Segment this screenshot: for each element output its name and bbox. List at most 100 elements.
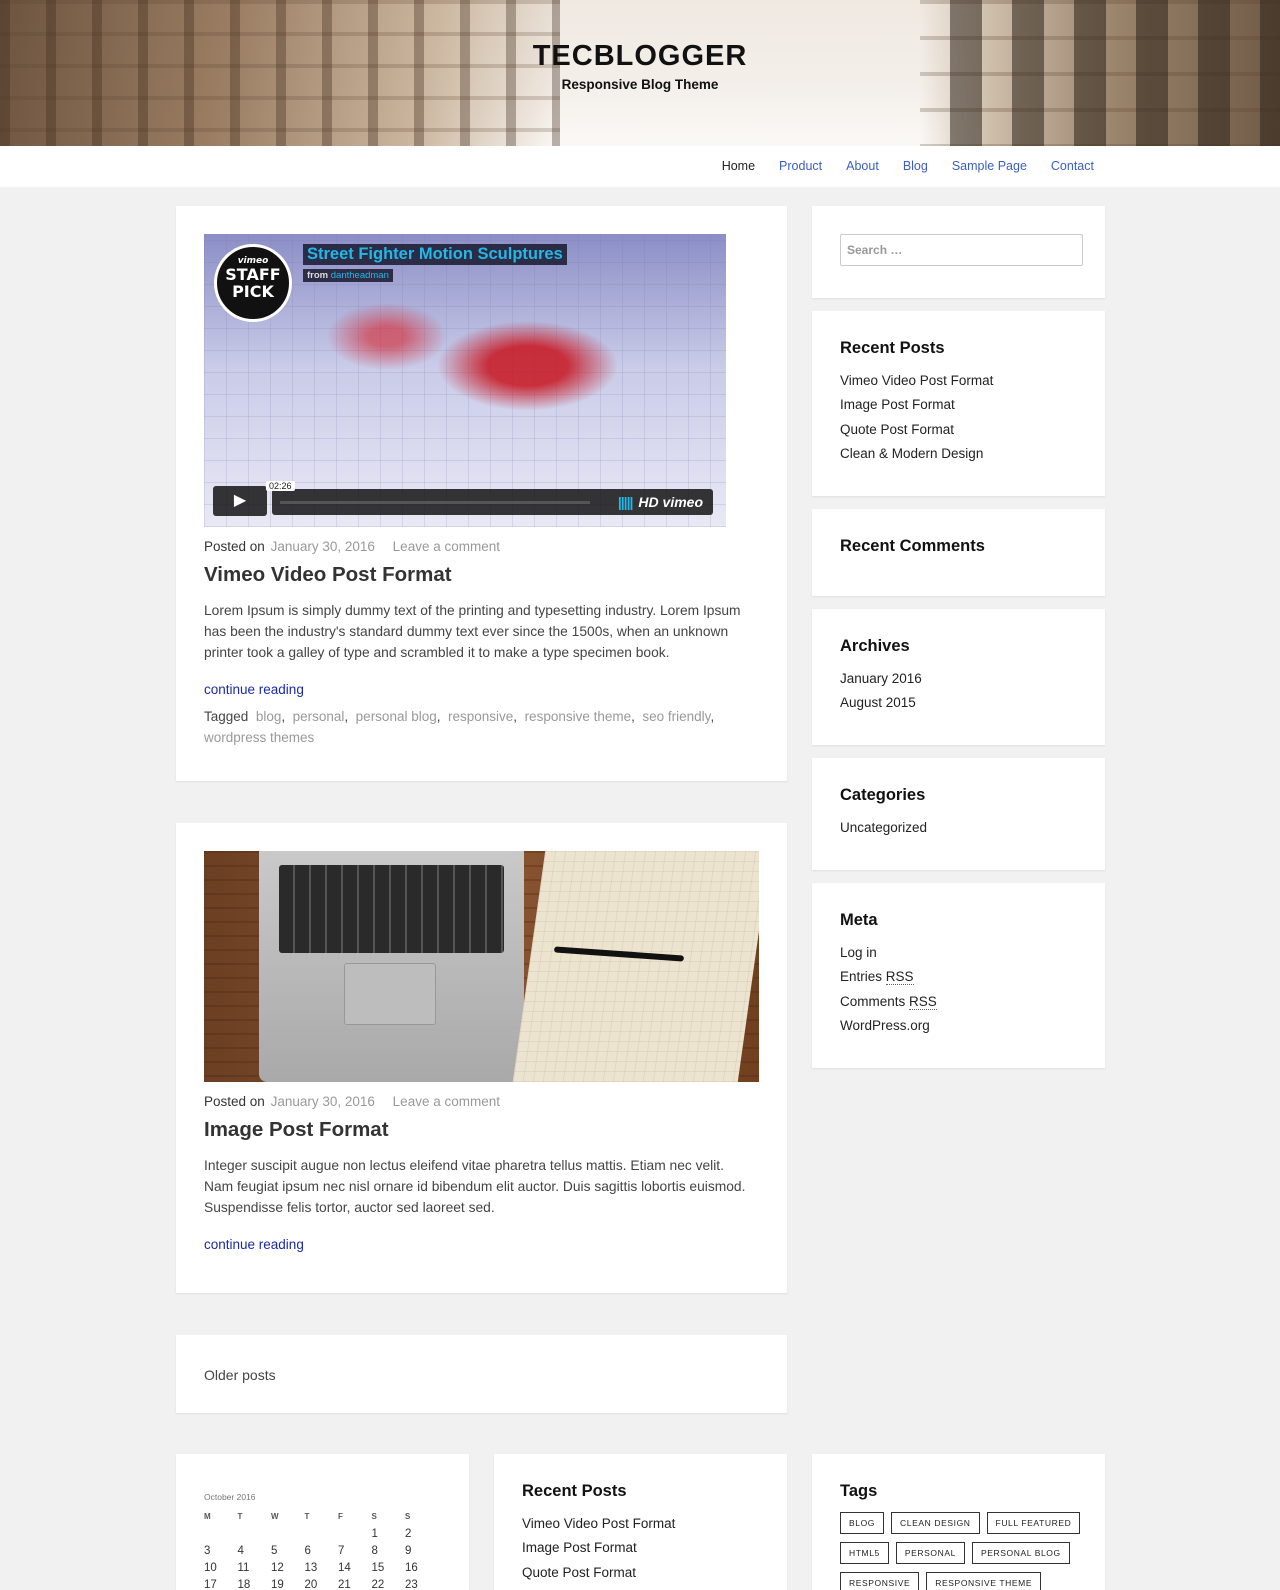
recent-post-link[interactable]: Vimeo Video Post Format	[522, 1516, 675, 1540]
comments-rss-link[interactable]: Comments RSS	[840, 993, 937, 1018]
calendar-day: 5	[271, 1544, 278, 1557]
volume-bars-icon[interactable]: |||||	[618, 494, 634, 510]
post-title[interactable]: Image Post Format	[204, 1118, 389, 1142]
play-icon[interactable]: ▶	[213, 486, 267, 516]
video-hd-vimeo-logo[interactable]: ||||| HD vimeo	[618, 494, 703, 510]
video-author-link[interactable]: dantheadman	[331, 270, 389, 281]
main-navigation: Home Product About Blog Sample Page Cont…	[0, 146, 1280, 187]
hd-label[interactable]: HD	[638, 494, 658, 510]
recent-post-link[interactable]: Quote Post Format	[522, 1565, 675, 1589]
tag-link[interactable]: responsive theme	[525, 709, 632, 724]
category-link[interactable]: Uncategorized	[840, 820, 927, 844]
calendar-day: 18	[237, 1578, 251, 1590]
categories-list: Uncategorized	[840, 820, 927, 844]
widget-title: Recent Comments	[840, 537, 985, 555]
calendar-day: 22	[371, 1578, 385, 1590]
tag-button[interactable]: PERSONAL	[895, 1542, 965, 1564]
tag-button[interactable]: BLOG	[840, 1512, 885, 1534]
post-title[interactable]: Vimeo Video Post Format	[204, 563, 452, 587]
tag-link[interactable]: seo friendly	[642, 709, 710, 724]
tag-button[interactable]: RESPONSIVE THEME	[926, 1572, 1042, 1590]
site-description: Responsive Blog Theme	[561, 77, 719, 92]
comments-label[interactable]: Comments	[840, 994, 905, 1009]
post-featured-image[interactable]	[204, 851, 759, 1082]
continue-reading-link[interactable]: continue reading	[204, 1237, 304, 1252]
categories-widget: Categories Uncategorized	[812, 758, 1105, 870]
tag-button[interactable]: RESPONSIVE	[840, 1572, 920, 1590]
entries-rss-link[interactable]: Entries RSS	[840, 969, 937, 993]
weekday-header: F	[338, 1511, 343, 1521]
nav-item-home[interactable]: Home	[722, 159, 755, 173]
calendar-day: 10	[204, 1561, 217, 1574]
meta-list: Log in Entries RSS Comments RSS WordPres…	[840, 945, 937, 1042]
tag-link[interactable]: personal blog	[356, 709, 437, 724]
tag-button[interactable]: CLEAN DESIGN	[891, 1512, 980, 1534]
recent-posts-list: Vimeo Video Post Format Image Post Forma…	[840, 373, 993, 470]
post-vimeo-card: vimeo STAFF PICK Street Fighter Motion S…	[176, 206, 787, 781]
calendar-day: 15	[371, 1561, 385, 1574]
recent-post-link[interactable]: Vimeo Video Post Format	[840, 373, 993, 397]
post-date-link[interactable]: January 30, 2016	[271, 1094, 375, 1109]
footer-recent-posts-widget: Recent Posts Vimeo Video Post Format Ima…	[494, 1454, 787, 1590]
nav-item-sample-page[interactable]: Sample Page	[952, 159, 1027, 173]
calendar-widget: October 2016 M T W T F S S 1 2 3 4 5 6 7…	[176, 1454, 469, 1590]
badge-line1: STAFF	[225, 265, 281, 284]
tag-button[interactable]: FULL FEATURED	[986, 1512, 1081, 1534]
tagged-label: Tagged	[204, 709, 249, 724]
tag-link[interactable]: personal	[293, 709, 345, 724]
video-progress-track[interactable]	[280, 501, 590, 504]
tag-button[interactable]: PERSONAL BLOG	[971, 1542, 1070, 1564]
vimeo-video-player[interactable]: vimeo STAFF PICK Street Fighter Motion S…	[204, 234, 726, 527]
calendar-day: 14	[338, 1561, 351, 1574]
calendar-day: 23	[405, 1578, 418, 1590]
nav-item-about[interactable]: About	[846, 159, 879, 173]
nav-item-blog[interactable]: Blog	[903, 159, 928, 173]
calendar-day: 21	[338, 1578, 351, 1590]
calendar-day: 11	[237, 1561, 250, 1574]
post-date-link[interactable]: January 30, 2016	[271, 539, 375, 554]
rss-abbr[interactable]: RSS	[909, 993, 937, 1010]
tags-widget: Tags BLOG CLEAN DESIGN FULL FEATURED HTM…	[812, 1454, 1105, 1590]
tag-cloud: BLOG CLEAN DESIGN FULL FEATURED HTML5 PE…	[840, 1512, 1100, 1590]
widget-title: Tags	[840, 1482, 878, 1500]
entries-label[interactable]: Entries	[840, 969, 882, 984]
recent-posts-widget: Recent Posts Vimeo Video Post Format Ima…	[812, 311, 1105, 496]
widget-title: Recent Posts	[840, 339, 945, 357]
rss-abbr[interactable]: RSS	[885, 969, 914, 986]
recent-comments-widget: Recent Comments	[812, 509, 1105, 596]
leave-comment-link[interactable]: Leave a comment	[393, 539, 500, 554]
site-title[interactable]: TECBLOGGER	[0, 40, 1280, 73]
tag-link[interactable]: responsive	[448, 709, 513, 724]
continue-reading-link[interactable]: continue reading	[204, 682, 304, 697]
tag-button[interactable]: HTML5	[840, 1542, 889, 1564]
tag-link[interactable]: blog	[256, 709, 282, 724]
calendar-day	[338, 1525, 372, 1542]
weekday-header: T	[237, 1511, 243, 1521]
older-posts-link[interactable]: Older posts	[204, 1367, 276, 1383]
video-from-label: from	[307, 270, 329, 281]
calendar-day: 16	[405, 1561, 418, 1574]
recent-post-link[interactable]: Clean & Modern Design	[840, 446, 993, 470]
login-link[interactable]: Log in	[840, 945, 937, 969]
archives-list: January 2016 August 2015	[840, 671, 922, 720]
post-meta: Posted on January 30, 2016 Leave a comme…	[204, 1094, 500, 1109]
nav-item-contact[interactable]: Contact	[1051, 159, 1094, 173]
weekday-header: S	[405, 1511, 411, 1521]
tag-link[interactable]: wordpress themes	[204, 730, 314, 745]
calendar-day: 7	[338, 1544, 345, 1557]
vimeo-logo[interactable]: vimeo	[663, 494, 703, 510]
wordpress-org-link[interactable]: WordPress.org	[840, 1018, 937, 1042]
video-control-bar: ||||| HD vimeo	[272, 489, 713, 515]
nav-item-product[interactable]: Product	[779, 159, 822, 173]
recent-post-link[interactable]: Image Post Format	[840, 397, 993, 421]
search-input[interactable]	[840, 234, 1083, 266]
recent-post-link[interactable]: Quote Post Format	[840, 422, 993, 446]
post-excerpt: Lorem Ipsum is simply dummy text of the …	[204, 603, 741, 660]
archive-link[interactable]: January 2016	[840, 671, 922, 695]
leave-comment-link[interactable]: Leave a comment	[393, 1094, 500, 1109]
pagination-card: Older posts	[176, 1335, 787, 1413]
recent-post-link[interactable]: Image Post Format	[522, 1540, 675, 1564]
video-title[interactable]: Street Fighter Motion Sculptures	[303, 244, 567, 265]
archive-link[interactable]: August 2015	[840, 695, 922, 719]
calendar-day: 9	[405, 1544, 412, 1557]
